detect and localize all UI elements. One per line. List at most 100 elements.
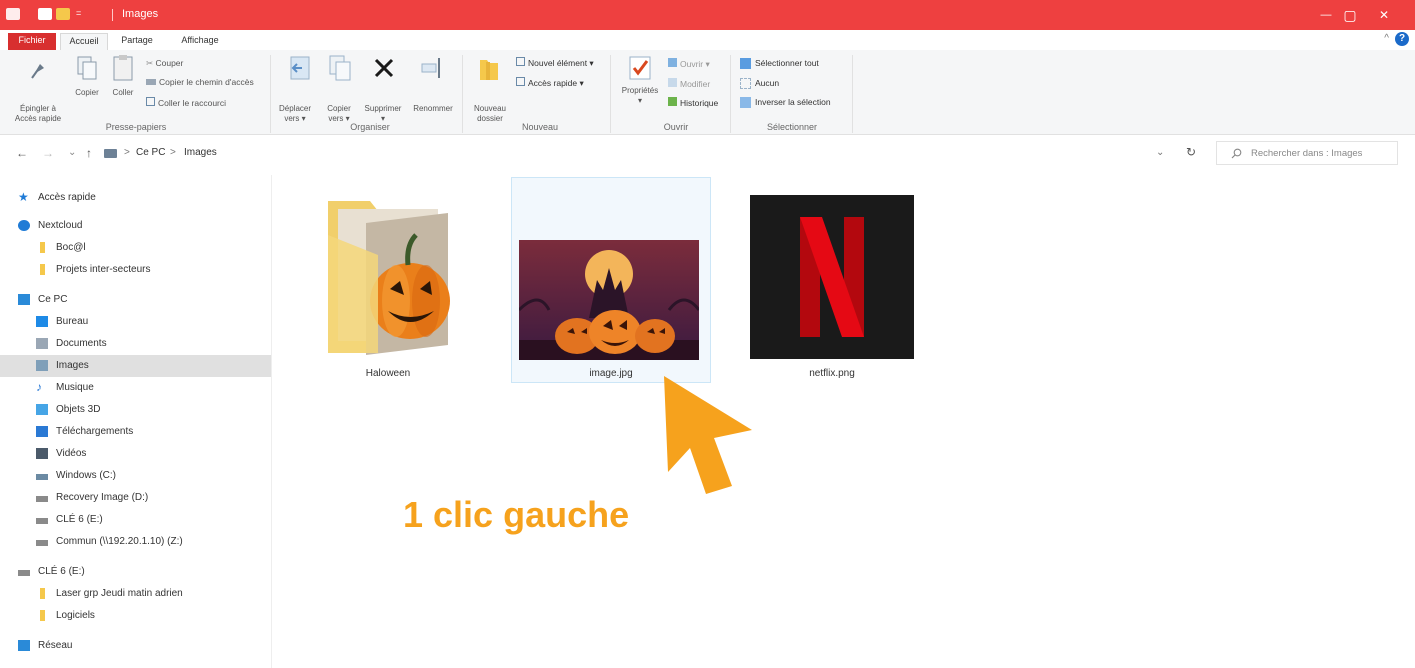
tab-partage[interactable]: Partage	[114, 33, 160, 50]
sidebar-item[interactable]: Bureau	[0, 311, 271, 333]
delete-icon[interactable]	[372, 56, 396, 80]
copy-path-button[interactable]: Copier le chemin d'accès	[146, 77, 254, 88]
recent-locations-button[interactable]: ⌄	[68, 147, 76, 158]
help-icon[interactable]: ?	[1395, 32, 1409, 46]
up-button[interactable]: ↑	[86, 146, 92, 160]
new-folder-icon[interactable]	[478, 56, 500, 82]
move-to-icon[interactable]	[288, 54, 312, 82]
select-none-button[interactable]: Aucun	[740, 78, 779, 90]
explorer-icon[interactable]	[6, 8, 20, 20]
back-button[interactable]: ←	[16, 146, 28, 160]
sidebar-item-label: Logiciels	[56, 610, 95, 621]
star-icon: ★	[18, 190, 29, 204]
customize-dropdown-icon[interactable]: =	[76, 8, 86, 20]
history-label: Historique	[680, 98, 719, 108]
invert-selection-button[interactable]: Inverser la sélection	[740, 97, 831, 109]
sidebar-item[interactable]: Images	[0, 355, 271, 377]
file-name[interactable]: Haloween	[298, 368, 478, 379]
pin-icon[interactable]	[28, 58, 50, 80]
breadcrumb-separator[interactable]: >	[124, 147, 130, 158]
new-item-button[interactable]: Nouvel élément ▾	[516, 57, 594, 69]
new-folder-button[interactable]: Nouveau dossier	[464, 104, 516, 124]
sidebar-item[interactable]: Réseau	[0, 635, 271, 657]
file-name[interactable]: netflix.png	[742, 368, 922, 379]
delete-button[interactable]: Supprimer ▾	[360, 104, 406, 124]
download-icon	[36, 426, 48, 437]
copy-to-button[interactable]: Copier vers ▾	[316, 104, 362, 124]
sidebar-item-label: CLÉ 6 (E:)	[56, 514, 103, 525]
sidebar-item-label: Musique	[56, 382, 94, 393]
copy-to-icon[interactable]	[328, 54, 352, 82]
edit-label: Modifier	[680, 79, 711, 89]
paste-shortcut-label: Coller le raccourci	[158, 98, 227, 108]
group-separator	[462, 55, 463, 133]
tab-affichage[interactable]: Affichage	[172, 33, 228, 50]
sidebar-item[interactable]: Boc@l	[0, 237, 271, 259]
cursor-arrow-annotation	[664, 376, 752, 494]
edit-button[interactable]: Modifier	[668, 78, 710, 90]
cut-button[interactable]: ✂ Couper	[146, 58, 183, 69]
video-icon	[36, 448, 48, 459]
sidebar-item-label: Nextcloud	[38, 220, 83, 231]
sidebar-item[interactable]: CLÉ 6 (E:)	[0, 561, 271, 583]
sidebar-item[interactable]: Téléchargements	[0, 421, 271, 443]
sidebar-item[interactable]: Logiciels	[0, 605, 271, 627]
sidebar-item[interactable]: Nextcloud	[0, 215, 271, 237]
sidebar-item[interactable]: Objets 3D	[0, 399, 271, 421]
new-folder-quick-icon[interactable]	[56, 8, 70, 20]
address-dropdown-button[interactable]: ⌄	[1156, 147, 1164, 158]
sidebar-item[interactable]: ★ Accès rapide	[0, 187, 271, 209]
open-button[interactable]: Ouvrir ▾	[668, 58, 710, 70]
search-box[interactable]: Rechercher dans : Images	[1216, 141, 1398, 165]
copy-icon[interactable]	[76, 55, 98, 81]
computer-icon	[18, 294, 30, 305]
sidebar-item-label: Téléchargements	[56, 426, 134, 437]
sidebar-item[interactable]: Projets inter-secteurs	[0, 259, 271, 281]
sidebar-item-label: Images	[56, 360, 89, 371]
shortcut-icon	[146, 97, 155, 106]
sidebar-item[interactable]: ♪ Musique	[0, 377, 271, 399]
usb-icon	[18, 570, 30, 576]
group-separator	[730, 55, 731, 133]
search-input[interactable]: Rechercher dans : Images	[1251, 148, 1362, 159]
paste-button[interactable]: Coller	[106, 88, 140, 98]
sidebar-item[interactable]: CLÉ 6 (E:)	[0, 509, 271, 531]
sidebar-item[interactable]: Laser grp Jeudi matin adrien	[0, 583, 271, 605]
sidebar-item[interactable]: Vidéos	[0, 443, 271, 465]
close-button[interactable]: ✕	[1362, 0, 1406, 30]
breadcrumb-images[interactable]: Images	[184, 147, 217, 158]
sidebar-item[interactable]: Documents	[0, 333, 271, 355]
sidebar-item[interactable]: Recovery Image (D:)	[0, 487, 271, 509]
netflix-png-thumbnail[interactable]	[750, 195, 914, 359]
properties-icon[interactable]	[628, 55, 652, 81]
tab-fichier[interactable]: Fichier	[8, 33, 56, 50]
tab-accueil[interactable]: Accueil	[60, 33, 108, 50]
image-jpg-thumbnail[interactable]	[519, 240, 699, 360]
select-all-button[interactable]: Sélectionner tout	[740, 58, 819, 70]
copy-button[interactable]: Copier	[70, 88, 104, 98]
group-separator	[852, 55, 853, 133]
collapse-ribbon-icon[interactable]: ^	[1384, 33, 1389, 44]
history-button[interactable]: Historique	[668, 97, 718, 109]
halloween-folder-thumbnail[interactable]	[326, 195, 450, 355]
breadcrumb-separator[interactable]: >	[170, 147, 176, 158]
annotation-text: 1 clic gauche	[403, 494, 630, 535]
refresh-button[interactable]: ↻	[1186, 145, 1196, 159]
path-icon	[146, 79, 156, 85]
address-bar-row: ← → ⌄ ↑ > Ce PC > Images ⌄ ↻ Rechercher …	[0, 138, 1415, 168]
quick-access-new-button[interactable]: Accès rapide ▾	[516, 77, 584, 89]
properties-button[interactable]: Propriétés ▾	[616, 86, 664, 106]
rename-button[interactable]: Renommer	[408, 104, 458, 114]
sidebar-item[interactable]: Commun (\\192.20.1.10) (Z:)	[0, 531, 271, 553]
move-to-button[interactable]: Déplacer vers ▾	[272, 104, 318, 124]
sidebar-item[interactable]: Windows (C:)	[0, 465, 271, 487]
breadcrumb-ce-pc[interactable]: Ce PC	[136, 147, 165, 158]
network-icon	[18, 640, 30, 651]
paste-icon[interactable]	[112, 54, 134, 82]
properties-quick-icon[interactable]	[38, 8, 52, 20]
pin-quick-access-button[interactable]: Épingler à Accès rapide	[8, 104, 68, 124]
forward-button[interactable]: →	[42, 146, 54, 160]
rename-icon[interactable]	[420, 54, 444, 82]
sidebar-item[interactable]: Ce PC	[0, 289, 271, 311]
paste-shortcut-button[interactable]: Coller le raccourci	[146, 97, 226, 109]
